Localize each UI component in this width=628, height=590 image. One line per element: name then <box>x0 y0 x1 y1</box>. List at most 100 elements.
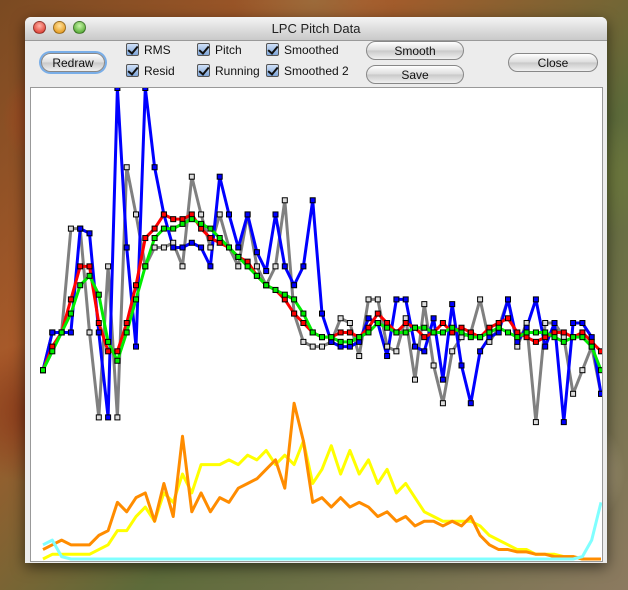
series-0-point <box>477 296 484 303</box>
series-3-point <box>384 324 391 331</box>
series-2-point <box>346 329 353 336</box>
smoothed-label: Smoothed <box>284 43 339 57</box>
pitch-checkbox[interactable]: Pitch <box>197 43 242 59</box>
series-1-point <box>188 239 195 246</box>
series-1-point <box>309 197 316 204</box>
save-button[interactable]: Save <box>366 65 464 84</box>
checkbox-checked-icon <box>126 64 139 77</box>
series-1-point <box>263 268 270 275</box>
series-1-point <box>114 85 121 91</box>
pitch-chart-svg <box>40 85 604 561</box>
series-1-point <box>477 348 484 355</box>
series-0-point <box>532 419 539 426</box>
smooth-button[interactable]: Smooth <box>366 41 464 60</box>
series-3-point <box>356 334 363 341</box>
resid-checkbox[interactable]: Resid <box>126 64 175 80</box>
series-0-point <box>281 197 288 204</box>
series-line-4 <box>42 439 601 561</box>
series-3-point <box>49 348 56 355</box>
series-3-point <box>374 320 381 326</box>
series-0-point <box>412 376 418 383</box>
checkbox-checked-icon <box>197 43 210 56</box>
series-2-point <box>170 216 177 223</box>
smoothed-2-checkbox[interactable]: Smoothed 2 <box>266 64 349 80</box>
series-0-point <box>542 320 549 326</box>
series-0-point <box>439 400 446 407</box>
series-1-point <box>570 320 577 326</box>
series-1-point <box>179 244 186 251</box>
series-1-point <box>49 329 56 336</box>
series-3-point <box>86 272 93 279</box>
series-3-point <box>253 272 260 279</box>
series-0-point <box>272 263 279 270</box>
pitch-label: Pitch <box>215 43 242 57</box>
series-1-point <box>105 414 112 421</box>
title-bar[interactable]: LPC Pitch Data <box>25 17 607 41</box>
series-line-1 <box>41 86 603 424</box>
series-3-point <box>142 263 149 270</box>
series-1-point <box>384 353 391 360</box>
series-0-point <box>235 263 242 270</box>
series-1-point <box>67 329 74 336</box>
series-3-point <box>495 324 502 331</box>
series-0-point <box>160 244 167 251</box>
series-1-point <box>458 362 465 369</box>
series-3-point <box>216 235 223 242</box>
series-2-point <box>160 211 167 218</box>
series-2-point <box>439 320 446 326</box>
series-1-point <box>421 348 428 355</box>
series-3-point <box>467 334 474 341</box>
series-0-point <box>253 263 260 270</box>
series-1-point <box>198 244 205 251</box>
series-3-point <box>402 329 409 336</box>
series-1-point <box>430 315 437 322</box>
series-3-point <box>514 334 521 341</box>
series-2-point <box>105 348 112 355</box>
series-1-point <box>95 329 102 336</box>
series-1-point <box>244 211 251 218</box>
series-0-point <box>384 343 391 350</box>
close-button[interactable]: Close <box>508 53 598 72</box>
series-0-point <box>309 343 316 350</box>
series-1-point <box>542 343 549 350</box>
series-1-point <box>300 263 307 270</box>
running-label: Running <box>215 64 260 78</box>
series-3-point <box>421 324 428 331</box>
series-3-point <box>151 235 158 242</box>
series-3-point <box>337 338 344 345</box>
series-0-point <box>216 211 223 218</box>
series-2-point <box>207 235 214 242</box>
series-0-point <box>133 211 139 218</box>
series-0-point <box>365 296 372 303</box>
series-3-point <box>365 329 372 336</box>
series-3-point <box>58 329 65 336</box>
series-2-point <box>337 329 344 336</box>
series-line-5 <box>42 401 601 561</box>
series-3-point <box>170 225 177 232</box>
series-3-point <box>486 329 493 336</box>
series-3-point <box>439 329 446 336</box>
smoothed-2-label: Smoothed 2 <box>284 64 349 78</box>
rms-checkbox[interactable]: RMS <box>126 43 171 59</box>
series-3-point <box>309 329 316 336</box>
resid-label: Resid <box>144 64 175 78</box>
series-0-point <box>105 263 112 270</box>
series-0-point <box>337 315 344 322</box>
series-3-point <box>393 329 400 336</box>
series-0-point <box>300 338 307 345</box>
series-1-point <box>393 296 400 303</box>
series-2-point <box>133 282 139 289</box>
series-3-point <box>328 334 335 341</box>
series-0-point <box>207 244 214 251</box>
running-checkbox[interactable]: Running <box>197 64 260 80</box>
series-3-point <box>300 310 307 317</box>
series-1-point <box>86 230 93 237</box>
smoothed-checkbox[interactable]: Smoothed <box>266 43 339 59</box>
redraw-button[interactable]: Redraw <box>41 53 105 72</box>
series-1-point <box>551 320 558 326</box>
series-3-point <box>579 334 586 341</box>
series-3-point <box>430 329 437 336</box>
series-0-point <box>449 348 456 355</box>
series-2-point <box>123 320 130 326</box>
series-line-0 <box>41 165 603 424</box>
